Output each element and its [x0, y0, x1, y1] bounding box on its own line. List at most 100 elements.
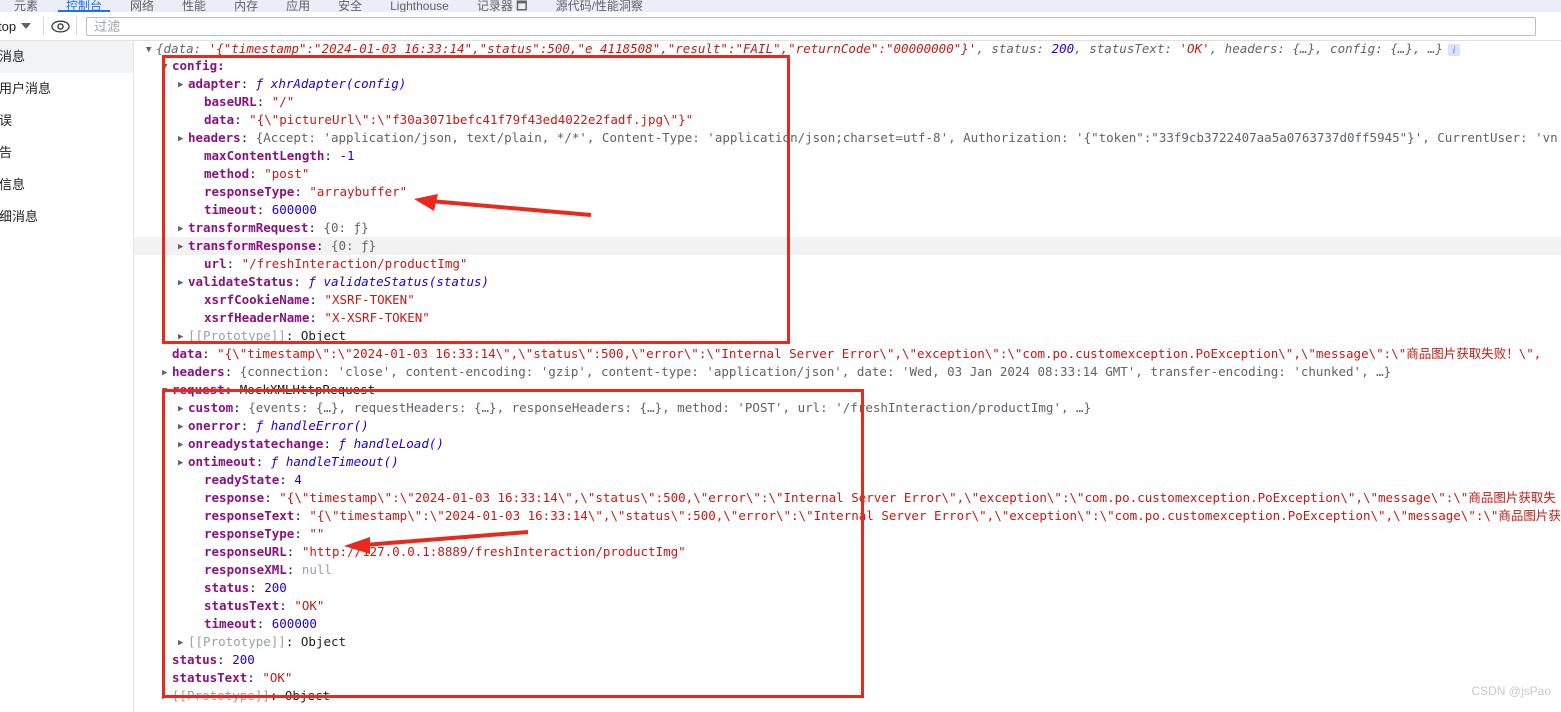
tab-network[interactable]: 网络 — [116, 0, 168, 12]
property-key: xsrfHeaderName — [204, 310, 310, 325]
tab-memory[interactable]: 内存 — [220, 0, 272, 12]
config-prop-validatestatus[interactable]: validateStatus: ƒ validateStatus(status) — [134, 273, 1561, 291]
response-prop-data[interactable]: data: "{\"timestamp\":\"2024-01-03 16:33… — [134, 345, 1561, 363]
disclosure-triangle-icon[interactable] — [146, 42, 156, 58]
property-separator: : — [294, 184, 310, 199]
disclosure-triangle-icon[interactable] — [178, 238, 188, 256]
sidebar-item-user-messages[interactable]: 条用户消息 — [0, 73, 133, 105]
property-value: "OK" — [262, 670, 293, 685]
disclosure-triangle-icon[interactable] — [178, 454, 188, 472]
request-prop-onreadystatechange[interactable]: onreadystatechange: ƒ handleLoad() — [134, 435, 1561, 453]
config-prop-baseurl[interactable]: baseURL: "/" — [134, 93, 1561, 111]
disclosure-triangle-icon[interactable] — [178, 130, 188, 148]
filter-input-wrapper[interactable] — [86, 16, 1537, 36]
info-icon[interactable]: i — [1447, 43, 1460, 56]
disclosure-triangle-icon[interactable] — [162, 58, 172, 76]
request-prop-onerror[interactable]: onerror: ƒ handleError() — [134, 417, 1561, 435]
config-prop-data[interactable]: data: "{\"pictureUrl\":\"f30a3071befc41f… — [134, 111, 1561, 129]
tab-elements[interactable]: 元素 — [0, 0, 52, 12]
property-separator: : — [249, 580, 265, 595]
response-prop-status[interactable]: status: 200 — [134, 651, 1561, 669]
tab-recorder[interactable]: 记录器 🗖 — [463, 0, 542, 12]
sidebar-item-warnings[interactable]: 警告 — [0, 137, 133, 169]
response-top-level-rows: data: "{\"timestamp\":\"2024-01-03 16:33… — [134, 345, 1561, 381]
tab-label: 应用 — [286, 0, 311, 13]
request-prop-responsexml[interactable]: responseXML: null — [134, 561, 1561, 579]
config-prop-xsrfcookiename[interactable]: xsrfCookieName: "XSRF-TOKEN" — [134, 291, 1561, 309]
disclosure-triangle-icon[interactable] — [178, 220, 188, 238]
property-separator: : — [256, 94, 272, 109]
request-prop-timeout[interactable]: timeout: 600000 — [134, 615, 1561, 633]
disclosure-triangle-icon[interactable] — [178, 418, 188, 436]
tab-application[interactable]: 应用 — [272, 0, 324, 12]
config-prop-responsetype[interactable]: responseType: "arraybuffer" — [134, 183, 1561, 201]
response-prop-prototype[interactable]: [[Prototype]]: Object — [134, 687, 1561, 705]
config-node[interactable]: config: — [134, 57, 1561, 75]
property-separator: : — [309, 310, 325, 325]
config-prop-transformrequest[interactable]: transformRequest: {0: ƒ} — [134, 219, 1561, 237]
request-prop-readystate[interactable]: readyState: 4 — [134, 471, 1561, 489]
sidebar-item-info[interactable]: 条信息 — [0, 169, 133, 201]
tab-security[interactable]: 安全 — [324, 0, 376, 12]
property-value: "XSRF-TOKEN" — [324, 292, 415, 307]
disclosure-triangle-icon[interactable] — [162, 382, 172, 400]
property-value: "post" — [264, 166, 310, 181]
config-prop-timeout[interactable]: timeout: 600000 — [134, 201, 1561, 219]
response-prop-headers[interactable]: headers: {connection: 'close', content-e… — [134, 363, 1561, 381]
disclosure-triangle-icon[interactable] — [178, 634, 188, 652]
sidebar-item-verbose[interactable]: 详细消息 — [0, 201, 133, 233]
request-prop-custom[interactable]: custom: {events: {…}, requestHeaders: {…… — [134, 399, 1561, 417]
property-separator: : — [285, 328, 301, 343]
request-prop-ontimeout[interactable]: ontimeout: ƒ handleTimeout() — [134, 453, 1561, 471]
property-value: 200 — [264, 580, 287, 595]
config-prop-maxcontentlength[interactable]: maxContentLength: -1 — [134, 147, 1561, 165]
request-prop-responsetext[interactable]: responseText: "{\"timestamp\":\"2024-01-… — [134, 507, 1561, 525]
request-node[interactable]: request: MockXMLHttpRequest — [134, 381, 1561, 399]
request-prop-prototype[interactable]: [[Prototype]]: Object — [134, 633, 1561, 651]
row-indent-spacer — [194, 202, 204, 220]
tab-lighthouse[interactable]: Lighthouse — [376, 0, 463, 12]
property-separator: : — [279, 598, 295, 613]
disclosure-triangle-icon[interactable] — [178, 274, 188, 292]
console-output[interactable]: {data: '{"timestamp":"2024-01-03 16:33:1… — [134, 41, 1561, 712]
property-value: "arraybuffer" — [309, 184, 408, 199]
sidebar-item-errors[interactable]: 错误 — [0, 105, 133, 137]
config-prop-transformresponse[interactable]: transformResponse: {0: ƒ} — [134, 237, 1561, 255]
execution-context-selector[interactable]: top — [0, 19, 39, 34]
config-prop-method[interactable]: method: "post" — [134, 165, 1561, 183]
property-separator: : — [255, 454, 271, 469]
config-prop-adapter[interactable]: adapter: ƒ xhrAdapter(config) — [134, 75, 1561, 93]
config-prop-url[interactable]: url: "/freshInteraction/productImg" — [134, 255, 1561, 273]
property-separator: : — [294, 526, 310, 541]
request-prop-statustext[interactable]: statusText: "OK" — [134, 597, 1561, 615]
disclosure-triangle-icon[interactable] — [178, 400, 188, 418]
property-separator: : — [279, 472, 295, 487]
sidebar-item-all-messages[interactable]: 条消息 — [0, 41, 133, 73]
request-prop-responseurl[interactable]: responseURL: "http://127.0.0.1:8889/fres… — [134, 543, 1561, 561]
disclosure-triangle-icon[interactable] — [178, 76, 188, 94]
request-prop-status[interactable]: status: 200 — [134, 579, 1561, 597]
config-prop-xsrfheadername[interactable]: xsrfHeaderName: "X-XSRF-TOKEN" — [134, 309, 1561, 327]
header-data-value: '{"timestamp":"2024-01-03 16:33:14","sta… — [208, 41, 977, 56]
row-indent-spacer — [194, 166, 204, 184]
disclosure-triangle-icon[interactable] — [178, 328, 188, 346]
request-prop-responsetype[interactable]: responseType: "" — [134, 525, 1561, 543]
watermark: CSDN @jsPao — [1471, 684, 1551, 698]
request-prop-response[interactable]: response: "{\"timestamp\":\"2024-01-03 1… — [134, 489, 1561, 507]
tab-console[interactable]: 控制台 — [52, 0, 116, 12]
disclosure-triangle-icon[interactable] — [162, 364, 172, 382]
property-key: statusText — [204, 598, 280, 613]
property-key: statusText — [172, 670, 248, 685]
disclosure-triangle-icon[interactable] — [162, 688, 172, 706]
tab-performance-insights[interactable]: 源代码/性能洞察 — [542, 0, 657, 12]
property-value: "/freshInteraction/productImg" — [241, 256, 468, 271]
search-input[interactable] — [92, 17, 1531, 35]
console-log-entry-header[interactable]: {data: '{"timestamp":"2024-01-03 16:33:1… — [134, 41, 1561, 57]
response-prop-statustext[interactable]: statusText: "OK" — [134, 669, 1561, 687]
eye-icon[interactable] — [48, 15, 72, 37]
row-indent-spacer — [194, 562, 204, 580]
config-prop-prototype[interactable]: [[Prototype]]: Object — [134, 327, 1561, 345]
tab-performance[interactable]: 性能 — [168, 0, 220, 12]
config-prop-headers[interactable]: headers: {Accept: 'application/json, tex… — [134, 129, 1561, 147]
disclosure-triangle-icon[interactable] — [178, 436, 188, 454]
